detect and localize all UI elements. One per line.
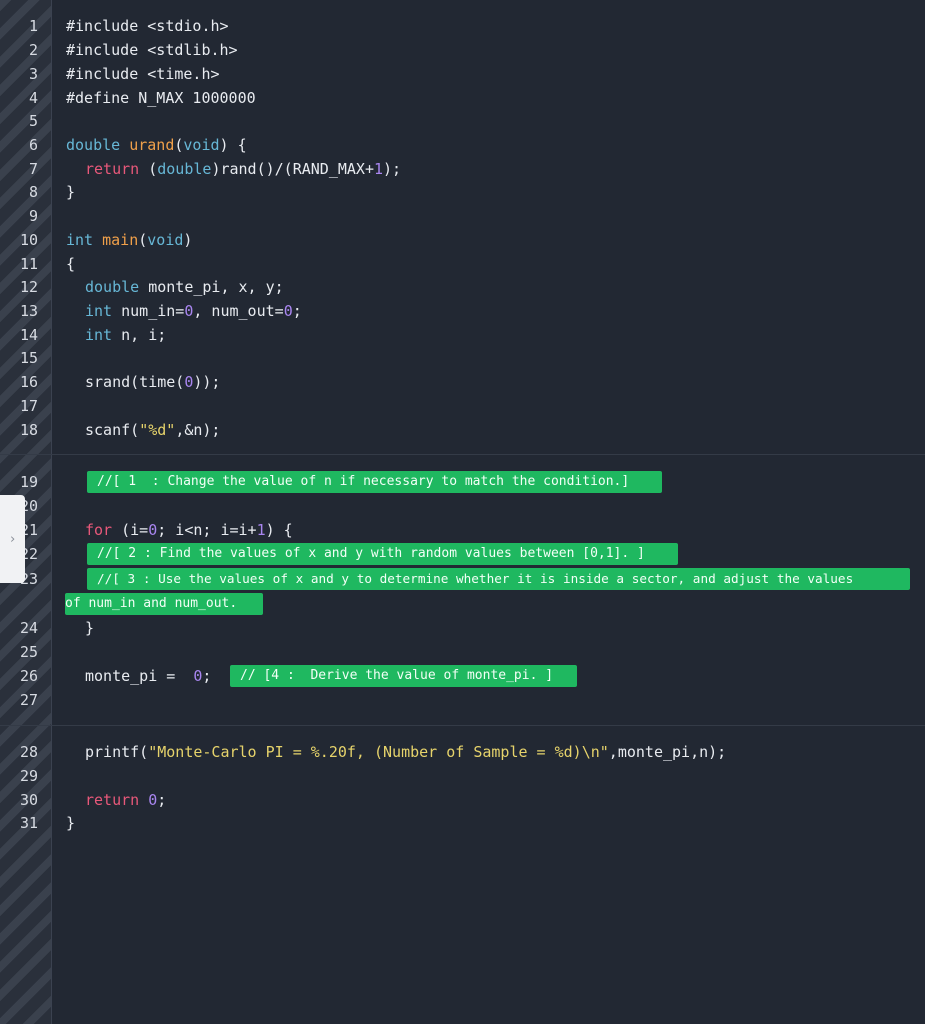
code-line: double monte_pi, x, y; xyxy=(85,278,284,296)
line-number: 9 xyxy=(28,207,38,225)
todo-highlight-3: //[ 3 : Use the values of x and y to det… xyxy=(87,568,910,590)
code-line: double urand(void) { xyxy=(66,136,247,154)
line-number: 6 xyxy=(28,136,38,154)
line-number: 4 xyxy=(28,89,38,107)
line-number: 1 xyxy=(28,17,38,35)
code-line: int n, i; xyxy=(85,326,167,344)
line-number: 30 xyxy=(19,791,38,809)
todo-highlight-2: //[ 2 : Find the values of x and y with … xyxy=(87,543,678,565)
todo-highlight-4: // [4 : Derive the value of monte_pi. ] xyxy=(230,665,577,687)
line-number: 26 xyxy=(19,667,38,685)
code-line: #include <stdio.h> xyxy=(66,17,229,35)
todo-highlight-1: //[ 1 : Change the value of n if necessa… xyxy=(87,471,662,493)
code-line: } xyxy=(66,814,76,832)
line-number: 13 xyxy=(19,302,38,320)
code-line: scanf("%d",&n); xyxy=(85,421,221,439)
line-number: 27 xyxy=(19,691,38,709)
line-number: 12 xyxy=(19,278,38,296)
line-number: 31 xyxy=(19,814,38,832)
code-line: int main(void) xyxy=(66,231,193,249)
line-number: 18 xyxy=(19,421,38,439)
line-number: 28 xyxy=(19,743,38,761)
chevron-right-icon: › xyxy=(8,531,17,547)
line-number: 16 xyxy=(19,373,38,391)
line-number: 11 xyxy=(19,255,38,273)
code-line: #include <stdlib.h> xyxy=(66,41,238,59)
code-line: } xyxy=(85,619,95,637)
line-number: 7 xyxy=(28,160,38,178)
line-number: 2 xyxy=(28,41,38,59)
line-number: 25 xyxy=(19,643,38,661)
side-panel-toggle[interactable]: › xyxy=(0,495,25,583)
section-divider xyxy=(0,454,925,455)
line-number: 10 xyxy=(19,231,38,249)
code-line: monte_pi = 0; xyxy=(85,667,212,685)
line-number: 3 xyxy=(28,65,38,83)
line-number: 19 xyxy=(19,473,38,491)
todo-highlight-3-cont: of num_in and num_out. xyxy=(65,593,263,615)
line-number: 14 xyxy=(19,326,38,344)
code-line: } xyxy=(66,183,76,201)
line-number: 15 xyxy=(19,349,38,367)
line-number: 8 xyxy=(28,183,38,201)
line-number: 5 xyxy=(28,112,38,130)
code-line: for (i=0; i<n; i=i+1) { xyxy=(85,521,293,539)
line-number: 29 xyxy=(19,767,38,785)
code-line: return 0; xyxy=(85,791,167,809)
code-line: #include <time.h> xyxy=(66,65,220,83)
code-line: srand(time(0)); xyxy=(85,373,221,391)
code-line: #define N_MAX 1000000 xyxy=(66,89,256,107)
line-number: 24 xyxy=(19,619,38,637)
code-line: { xyxy=(66,255,76,273)
code-line: return (double)rand()/(RAND_MAX+1); xyxy=(85,160,402,178)
code-editor[interactable]: 1 2 3 4 5 6 7 8 9 10 11 12 13 14 15 16 1… xyxy=(0,0,925,1024)
code-line: int num_in=0, num_out=0; xyxy=(85,302,302,320)
section-divider xyxy=(0,725,925,726)
code-line: printf("Monte-Carlo PI = %.20f, (Number … xyxy=(85,743,727,761)
line-number: 17 xyxy=(19,397,38,415)
